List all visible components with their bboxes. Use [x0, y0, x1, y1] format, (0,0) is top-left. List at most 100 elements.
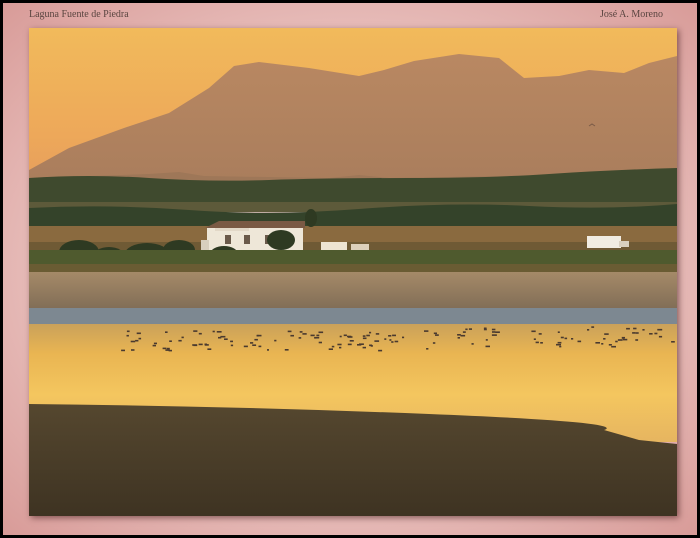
flamingo — [394, 340, 399, 343]
flamingo — [601, 343, 604, 345]
flamingo — [347, 343, 352, 346]
flamingo — [538, 333, 542, 335]
flamingo — [298, 337, 302, 339]
flamingo — [621, 336, 625, 339]
flamingo — [135, 339, 139, 342]
flamingo — [535, 341, 539, 344]
flamingo — [290, 334, 294, 337]
flamingo — [166, 347, 170, 350]
flamingo — [657, 328, 663, 331]
flamingo — [230, 340, 233, 343]
flamingo — [483, 328, 487, 331]
flamingo — [369, 344, 373, 347]
flamingo — [556, 343, 561, 346]
flamingo — [468, 328, 472, 330]
flamingo — [362, 346, 366, 349]
flamingo — [192, 344, 198, 346]
flamingo — [595, 342, 600, 344]
flamingo — [374, 340, 380, 342]
flamingo — [635, 339, 639, 341]
flamingo — [633, 327, 637, 330]
flamingo — [378, 349, 383, 352]
flamingo — [316, 334, 320, 337]
flamingo — [314, 336, 320, 339]
flamingo — [165, 331, 168, 333]
flamingo — [632, 332, 636, 334]
flamingo — [424, 330, 429, 332]
flamingo — [366, 334, 370, 337]
flamingo — [252, 344, 257, 346]
flamingo — [642, 329, 645, 331]
flamingo — [485, 345, 490, 348]
flamingo — [343, 334, 347, 337]
flamingo — [274, 339, 277, 342]
flamingo — [375, 333, 380, 335]
flamingo — [462, 331, 466, 333]
flamingo — [384, 338, 387, 340]
flamingo — [178, 339, 182, 342]
lagoon-far — [29, 308, 677, 326]
author-caption: José A. Moreno — [599, 9, 663, 20]
flamingo — [256, 334, 262, 337]
flamingo — [267, 349, 269, 351]
flamingo — [339, 335, 342, 338]
flamingo — [198, 332, 202, 335]
photo-frame: Laguna Fuente de Piedra José A. Moreno — [0, 0, 700, 538]
flamingo — [402, 336, 405, 339]
flamingo — [559, 345, 562, 348]
flamingo — [654, 332, 658, 335]
flamingo — [557, 331, 560, 333]
flamingo — [220, 335, 226, 338]
flamingo — [362, 335, 366, 337]
flamingo — [388, 335, 392, 337]
flamingo — [165, 349, 170, 351]
flamingo — [318, 341, 322, 344]
flamingo — [131, 349, 135, 351]
flamingo — [287, 330, 292, 333]
flamingo — [169, 340, 172, 342]
flamingo — [136, 332, 141, 335]
flamingo — [126, 334, 129, 337]
flamingo — [608, 344, 612, 346]
flamingo — [302, 333, 307, 335]
flamingo — [337, 343, 342, 346]
flamingo — [615, 340, 618, 343]
flamingo — [216, 331, 222, 333]
flamingo — [362, 337, 367, 340]
flamingo — [492, 331, 496, 333]
flamingo — [658, 335, 663, 338]
flamingo — [671, 341, 675, 343]
flamingo — [426, 348, 429, 350]
flamingo — [207, 348, 212, 350]
flamingo — [491, 334, 497, 336]
flamingo — [310, 334, 315, 337]
flamingo — [243, 345, 248, 348]
flamingo — [432, 342, 436, 344]
flamingo — [250, 342, 254, 344]
flamingo — [435, 334, 439, 336]
flamingo — [587, 329, 590, 331]
flamingo — [198, 343, 203, 346]
flamingo — [392, 334, 396, 337]
flamingo — [162, 347, 167, 350]
flamingo — [531, 330, 536, 333]
flamingo — [604, 333, 609, 335]
flamingo — [254, 338, 258, 341]
flamingo — [130, 340, 136, 343]
flamingo — [571, 338, 574, 340]
flamingo — [433, 332, 437, 335]
flamingo — [391, 341, 394, 343]
flamingo — [152, 344, 156, 347]
flamingo — [540, 342, 543, 344]
flamingo — [339, 346, 342, 349]
flamingo — [457, 334, 461, 336]
flamingo — [331, 345, 335, 348]
flamingo — [465, 328, 468, 331]
flamingo — [389, 339, 392, 341]
flamingo — [318, 331, 324, 334]
flamingo — [126, 330, 130, 333]
flamingo — [649, 333, 653, 335]
flamingo — [564, 337, 568, 340]
flamingo — [557, 341, 562, 344]
flamingo — [460, 334, 466, 337]
